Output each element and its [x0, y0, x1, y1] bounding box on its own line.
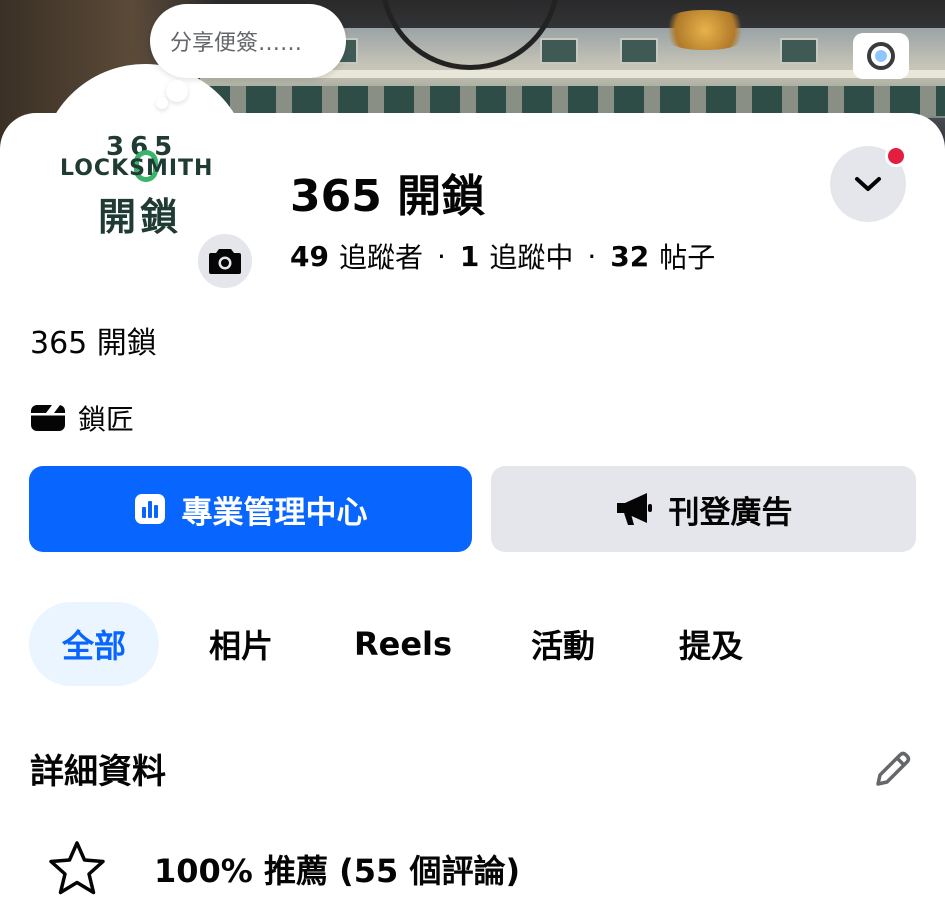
clapperboard-icon: [31, 405, 65, 431]
professional-dashboard-button[interactable]: 專業管理中心: [29, 466, 472, 552]
edit-details-button[interactable]: [868, 746, 916, 794]
star-outline-icon: [49, 841, 105, 895]
stats-separator: ·: [587, 239, 597, 273]
tab-events[interactable]: 活動: [513, 602, 613, 686]
stats-separator: ·: [436, 239, 446, 273]
following-label[interactable]: 追蹤中: [489, 236, 573, 276]
note-text: 分享便簽……: [170, 31, 303, 56]
profile-bio: 365 開鎖: [30, 326, 157, 361]
logo-chinese: 開鎖: [98, 195, 183, 239]
cover-tree: [660, 10, 750, 50]
edit-avatar-button[interactable]: [194, 230, 256, 292]
posts-label: 帖子: [659, 241, 716, 274]
note-bubble[interactable]: 分享便簽……: [150, 4, 346, 78]
note-bubble-tail: [156, 97, 168, 109]
tab-photos[interactable]: 相片: [191, 602, 291, 686]
advertise-label: 刊登廣告: [668, 494, 793, 531]
following-count[interactable]: 1: [460, 240, 479, 273]
pencil-icon: [876, 751, 911, 786]
followers-count[interactable]: 49: [290, 240, 329, 273]
bar-chart-icon: [134, 493, 166, 525]
tab-reels[interactable]: Reels: [345, 602, 461, 686]
edit-cover-button[interactable]: [853, 33, 909, 79]
logo-word: LOCKSMITH: [60, 156, 214, 181]
details-section-title: 詳細資料: [30, 752, 166, 792]
note-bubble-tail: [166, 80, 188, 102]
recommendation-text: 100% 推薦 (55 個評論): [154, 852, 521, 890]
cover-window: [540, 38, 578, 64]
cover-window: [620, 38, 658, 64]
camera-icon: [209, 249, 241, 274]
professional-dashboard-label: 專業管理中心: [181, 494, 368, 531]
category-label: 鎖匠: [78, 403, 135, 436]
profile-tabs: 全部 相片 Reels 活動 提及: [29, 602, 929, 686]
posts-count: 32: [610, 239, 650, 273]
cover-window: [780, 38, 818, 64]
profile-stats: 49 追蹤者 · 1 追蹤中 · 32 帖子: [290, 236, 715, 276]
tab-mentions[interactable]: 提及: [661, 602, 761, 686]
recommendation-row[interactable]: 100% 推薦 (55 個評論): [46, 838, 520, 900]
camera-icon: [867, 42, 895, 70]
advertise-button[interactable]: 刊登廣告: [491, 466, 916, 552]
followers-label[interactable]: 追蹤者: [339, 236, 423, 276]
category-row: 鎖匠: [30, 398, 134, 438]
notification-dot: [885, 145, 907, 167]
chevron-down-icon: [855, 177, 881, 191]
megaphone-icon: [615, 492, 653, 526]
profile-logo: 365 LOCKSMITH 開鎖: [58, 132, 233, 239]
page-title: 365 開鎖: [290, 171, 486, 222]
tab-all[interactable]: 全部: [29, 602, 159, 686]
cover-lower-floor: [200, 86, 945, 116]
